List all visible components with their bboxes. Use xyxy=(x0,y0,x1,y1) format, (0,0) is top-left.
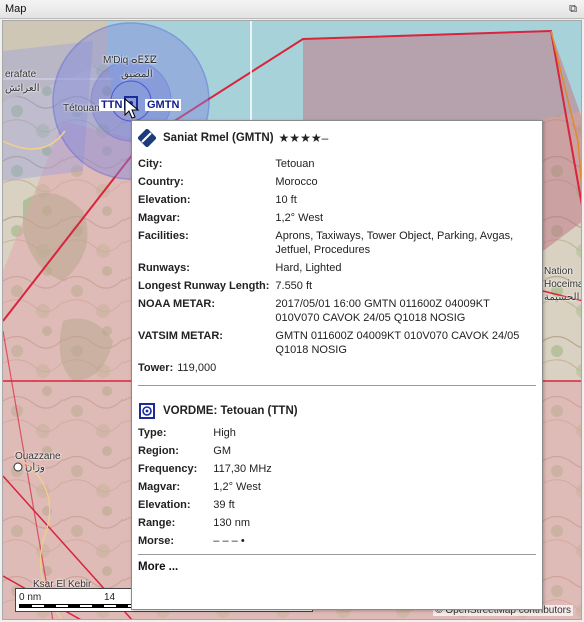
navaid-details: Type: High Region: GM Frequency: 117,30 MHz… xyxy=(138,426,272,552)
vor-label[interactable]: TTN xyxy=(99,99,125,111)
detail-key: Magvar: xyxy=(138,212,181,224)
more-link[interactable]: More ... xyxy=(138,561,536,573)
detail-key: Range: xyxy=(138,517,176,529)
detail-value: 117,30 MHz xyxy=(213,463,272,475)
detail-row: City: Tetouan xyxy=(138,157,536,175)
detail-key: Frequency: xyxy=(138,463,198,475)
detail-key: Type: xyxy=(138,427,167,439)
detail-row: Longest Runway Length: 7.550 ft xyxy=(138,279,536,297)
detail-key: Morse: xyxy=(138,535,175,547)
map-label-hoceima-arabic: الحسيمة xyxy=(544,292,580,303)
detail-row: Country: Morocco xyxy=(138,175,536,193)
detail-row: Range: 130 nm xyxy=(138,516,272,534)
detail-key: Country: xyxy=(138,176,184,188)
detail-row: Elevation: 39 ft xyxy=(138,498,272,516)
navaid-name: VORDME: Tetouan (TTN) xyxy=(163,405,298,417)
detail-row: NOAA METAR: 2017/05/01 16:00 GMTN 011600Z… xyxy=(138,297,536,329)
map-town-label-ouazzane: Ouazzane xyxy=(15,451,61,462)
detail-row: Magvar: 1,2° West xyxy=(138,211,536,229)
airport-details: City: Tetouan Country: Morocco Elevation: 1… xyxy=(138,157,536,361)
navaid-header: VORDME: Tetouan (TTN) xyxy=(138,400,536,422)
detail-key: Elevation: xyxy=(138,499,191,511)
detail-row: Magvar: 1,2° West xyxy=(138,480,272,498)
airport-label[interactable]: GMTN xyxy=(145,99,182,111)
detail-row: Elevation: 10 ft xyxy=(138,193,536,211)
detail-row: VATSIM METAR: GMTN 011600Z 04009KT 010V07… xyxy=(138,329,536,361)
map-town-label-arabic: العرائش xyxy=(5,83,40,94)
airport-header: Saniat Rmel (GMTN) ★★★★– xyxy=(138,127,536,149)
detail-key: Runways: xyxy=(138,262,190,274)
map-window-titlebar: Map ⧉ xyxy=(0,0,584,19)
window-title: Map xyxy=(5,3,27,15)
map-town-label-mdiq-arabic: المضيق xyxy=(121,69,153,80)
detail-value: – – – • xyxy=(213,535,245,547)
detail-key: Longest Runway Length: xyxy=(138,280,270,292)
detail-key: Magvar: xyxy=(138,481,181,493)
detail-value: 7.550 ft xyxy=(275,280,313,292)
map-town-label-mdiq: M'Diq ⴰⴹⵉⵇ xyxy=(103,55,157,66)
detail-value: High xyxy=(213,427,236,439)
mouse-pointer-icon xyxy=(124,98,140,119)
detail-row: Type: High xyxy=(138,426,272,444)
scale-max: 14 xyxy=(104,592,116,603)
tooltip-divider xyxy=(138,554,536,555)
detail-key: Facilities: xyxy=(138,230,189,242)
scale-ruler xyxy=(19,604,139,608)
detail-value: 1,2° West xyxy=(213,481,261,493)
tower-value: 119,000 xyxy=(177,362,217,374)
map-town-label-tetouan: Tétouan xyxy=(63,103,100,114)
detail-value: GMTN 011600Z 04009KT 010V070 CAVOK 24/05… xyxy=(275,330,520,356)
vordme-icon xyxy=(139,403,155,419)
airport-rating: ★★★★– xyxy=(278,131,329,145)
detail-value: Hard, Lighted xyxy=(275,262,342,274)
detail-value: Aprons, Taxiways, Tower Object, Parking,… xyxy=(275,230,514,256)
detail-key: Elevation: xyxy=(138,194,191,206)
detail-key: VATSIM METAR: xyxy=(138,330,223,342)
detail-row: Runways: Hard, Lighted xyxy=(138,261,536,279)
map-town-label: erafate xyxy=(5,69,37,80)
detail-key: City: xyxy=(138,158,163,170)
detail-value: 10 ft xyxy=(275,194,297,206)
detail-row: Region: GM xyxy=(138,444,272,462)
detail-row: Morse: – – – • xyxy=(138,534,272,552)
detail-row: Frequency: 117,30 MHz xyxy=(138,462,272,480)
detail-value: 130 nm xyxy=(213,517,250,529)
detail-value: 2017/05/01 16:00 GMTN 011600Z 04009KT 01… xyxy=(275,298,490,324)
detail-key: NOAA METAR: xyxy=(138,298,215,310)
detail-value: Tetouan xyxy=(275,158,315,170)
airport-runway-icon xyxy=(138,129,156,147)
detail-value: 39 ft xyxy=(213,499,235,511)
detail-value: GM xyxy=(213,445,232,457)
detail-key: Region: xyxy=(138,445,179,457)
tower-frequency-row: Tower: 119,000 xyxy=(138,361,536,379)
detail-value: Morocco xyxy=(275,176,318,188)
map-town-label-ouazzane-arabic: وزان xyxy=(25,462,45,473)
airport-name: Saniat Rmel (GMTN) xyxy=(163,132,274,144)
tooltip-divider xyxy=(138,385,536,386)
detail-value: 1,2° West xyxy=(275,212,323,224)
map-label-hoceima: Hoceima xyxy=(544,279,582,290)
map-label-nation: Nation xyxy=(544,266,573,277)
float-window-button[interactable]: ⧉ xyxy=(566,2,580,16)
scale-zero: 0 nm xyxy=(19,592,42,603)
tower-key: Tower: xyxy=(138,362,174,374)
map-info-tooltip: Saniat Rmel (GMTN) ★★★★– City: Tetouan Co… xyxy=(131,120,543,610)
detail-row: Facilities: Aprons, Taxiways, Tower Objec… xyxy=(138,229,536,261)
